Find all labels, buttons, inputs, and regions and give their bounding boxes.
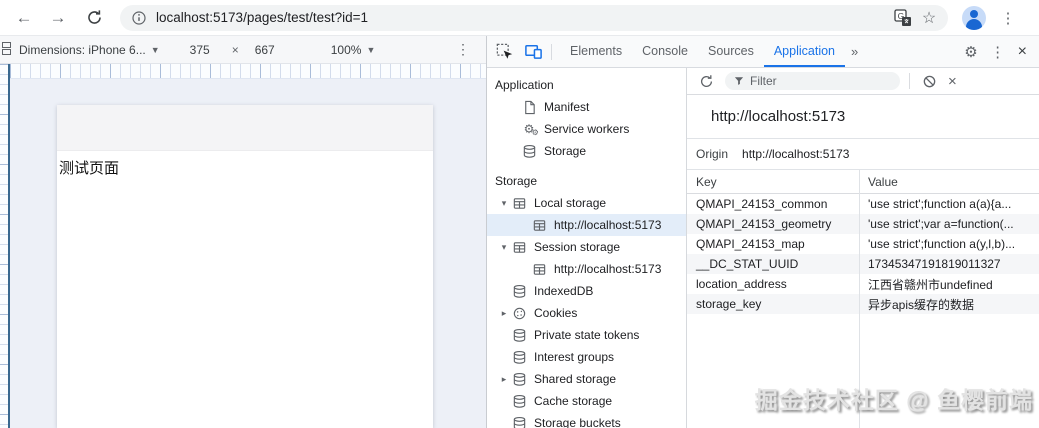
horizontal-ruler bbox=[10, 64, 486, 79]
device-toolbar-menu-icon[interactable]: ⋮ bbox=[456, 41, 470, 58]
devtools-tabbar: Elements Console Sources Application » ⚙… bbox=[487, 36, 1039, 68]
device-width-field[interactable]: 375 bbox=[190, 43, 210, 57]
table-icon bbox=[531, 217, 547, 233]
document-icon bbox=[521, 99, 537, 115]
devtools-panel: Elements Console Sources Application » ⚙… bbox=[486, 36, 1039, 428]
expander-icon[interactable]: ▾ bbox=[497, 198, 511, 209]
vertical-ruler bbox=[0, 64, 10, 428]
tab-application[interactable]: Application bbox=[764, 36, 845, 67]
database-icon bbox=[511, 349, 527, 365]
cookie-icon bbox=[511, 305, 527, 321]
sidebar-item-session-storage[interactable]: ▾ Session storage bbox=[487, 236, 686, 258]
storage-section-header: Storage bbox=[487, 170, 686, 192]
origin-metadata-row: Origin http://localhost:5173 bbox=[687, 139, 1039, 170]
tab-sources[interactable]: Sources bbox=[698, 36, 764, 67]
sidebar-item-interest-groups[interactable]: Interest groups bbox=[487, 346, 686, 368]
tab-elements[interactable]: Elements bbox=[560, 36, 632, 67]
emulation-canvas: 测试页面 bbox=[10, 79, 486, 428]
local-storage-view: × http://localhost:5173 Origin http://lo… bbox=[687, 68, 1039, 428]
reload-icon[interactable] bbox=[82, 6, 106, 30]
sidebar-item-storage-buckets[interactable]: Storage buckets bbox=[487, 412, 686, 428]
device-height-field[interactable]: 667 bbox=[255, 43, 275, 57]
storage-items-table: Key Value QMAPI_24153_common 'use strict… bbox=[687, 170, 1039, 428]
forward-icon[interactable]: → bbox=[46, 6, 70, 30]
table-icon bbox=[531, 261, 547, 277]
settings-gear-icon[interactable]: ⚙ bbox=[964, 43, 977, 61]
sidebar-item-service-workers[interactable]: ⚙⚙ Service workers bbox=[487, 118, 686, 140]
table-icon bbox=[511, 239, 527, 255]
address-bar[interactable]: localhost:5173/pages/test/test?id=1 G ☆ bbox=[120, 5, 948, 31]
sidebar-item-session-storage-origin[interactable]: http://localhost:5173 bbox=[487, 258, 686, 280]
origin-label: Origin bbox=[696, 147, 728, 161]
device-toolbar: Dimensions: iPhone 6... ▼ 375 × 667 100%… bbox=[0, 36, 486, 64]
sidebar-item-local-storage[interactable]: ▾ Local storage bbox=[487, 192, 686, 214]
table-header-row: Key Value bbox=[687, 170, 1039, 194]
refresh-icon[interactable] bbox=[696, 71, 716, 91]
site-info-icon[interactable] bbox=[130, 9, 148, 27]
expander-icon[interactable]: ▾ bbox=[497, 242, 511, 253]
sidebar-item-manifest[interactable]: Manifest bbox=[487, 96, 686, 118]
filter-input[interactable] bbox=[750, 74, 892, 88]
delete-selected-icon[interactable]: × bbox=[948, 73, 957, 90]
database-icon bbox=[511, 371, 527, 387]
database-icon bbox=[511, 393, 527, 409]
device-emulation-area: Dimensions: iPhone 6... ▼ 375 × 667 100%… bbox=[0, 36, 486, 428]
media-query-bar-icon[interactable] bbox=[2, 42, 11, 58]
sidebar-item-local-storage-origin[interactable]: http://localhost:5173 bbox=[487, 214, 686, 236]
filter-funnel-icon bbox=[733, 75, 745, 87]
database-icon bbox=[511, 327, 527, 343]
profile-avatar[interactable] bbox=[962, 6, 986, 30]
chevron-down-icon[interactable]: ▼ bbox=[366, 45, 375, 55]
sidebar-item-storage[interactable]: Storage bbox=[487, 140, 686, 162]
clear-all-icon[interactable] bbox=[919, 71, 939, 91]
table-row[interactable]: QMAPI_24153_geometry 'use strict';var a=… bbox=[687, 214, 1039, 234]
table-row[interactable]: QMAPI_24153_map 'use strict';function a(… bbox=[687, 234, 1039, 254]
origin-value: http://localhost:5173 bbox=[742, 147, 849, 161]
toggle-device-toolbar-icon[interactable] bbox=[523, 42, 543, 62]
browser-window: ← → localhost:5173/pages/test/test?id=1 … bbox=[0, 0, 1039, 428]
column-header-key[interactable]: Key bbox=[687, 175, 859, 189]
browser-toolbar: ← → localhost:5173/pages/test/test?id=1 … bbox=[0, 0, 1039, 36]
application-section-header: Application bbox=[487, 74, 686, 96]
sidebar-item-indexeddb[interactable]: IndexedDB bbox=[487, 280, 686, 302]
table-row[interactable]: QMAPI_24153_common 'use strict';function… bbox=[687, 194, 1039, 214]
device-viewport[interactable]: 测试页面 bbox=[57, 105, 433, 428]
column-header-value[interactable]: Value bbox=[859, 175, 1039, 189]
table-row[interactable]: location_address 江西省赣州市undefined bbox=[687, 274, 1039, 294]
sidebar-item-cookies[interactable]: ▸ Cookies bbox=[487, 302, 686, 324]
database-icon bbox=[511, 283, 527, 299]
chevron-down-icon[interactable]: ▼ bbox=[151, 45, 160, 55]
expander-icon[interactable]: ▸ bbox=[497, 374, 511, 385]
zoom-level-select[interactable]: 100% bbox=[331, 43, 362, 57]
page-header-band bbox=[57, 105, 433, 151]
inspect-element-icon[interactable] bbox=[495, 42, 515, 62]
sidebar-item-shared-storage[interactable]: ▸ Shared storage bbox=[487, 368, 686, 390]
close-devtools-icon[interactable]: × bbox=[1018, 43, 1027, 61]
back-icon[interactable]: ← bbox=[12, 6, 36, 30]
page-title: 测试页面 bbox=[59, 157, 433, 178]
more-tabs-icon[interactable]: » bbox=[845, 44, 864, 59]
device-dimensions-select[interactable]: Dimensions: iPhone 6... bbox=[19, 43, 146, 57]
tab-console[interactable]: Console bbox=[632, 36, 698, 67]
expander-icon[interactable]: ▸ bbox=[497, 308, 511, 319]
database-icon bbox=[511, 415, 527, 428]
table-row[interactable]: __DC_STAT_UUID 17345347191819011327 bbox=[687, 254, 1039, 274]
database-icon bbox=[521, 143, 537, 159]
dimension-multiply-sign: × bbox=[232, 43, 239, 57]
storage-toolbar: × bbox=[687, 68, 1039, 95]
application-sidebar: Application Manifest ⚙⚙ Service workers … bbox=[487, 68, 687, 428]
translate-icon[interactable]: G bbox=[894, 9, 912, 27]
url-text[interactable]: localhost:5173/pages/test/test?id=1 bbox=[156, 10, 886, 25]
origin-heading: http://localhost:5173 bbox=[687, 95, 1039, 139]
table-icon bbox=[511, 195, 527, 211]
browser-menu-icon[interactable]: ⋮ bbox=[1000, 9, 1016, 27]
sidebar-item-private-state-tokens[interactable]: Private state tokens bbox=[487, 324, 686, 346]
gears-icon: ⚙⚙ bbox=[521, 121, 537, 137]
sidebar-item-cache-storage[interactable]: Cache storage bbox=[487, 390, 686, 412]
bookmark-star-icon[interactable]: ☆ bbox=[920, 9, 938, 27]
filter-box[interactable] bbox=[725, 72, 900, 90]
devtools-menu-icon[interactable]: ⋮ bbox=[990, 43, 1006, 61]
table-row[interactable]: storage_key 异步apis缓存的数据 bbox=[687, 294, 1039, 314]
